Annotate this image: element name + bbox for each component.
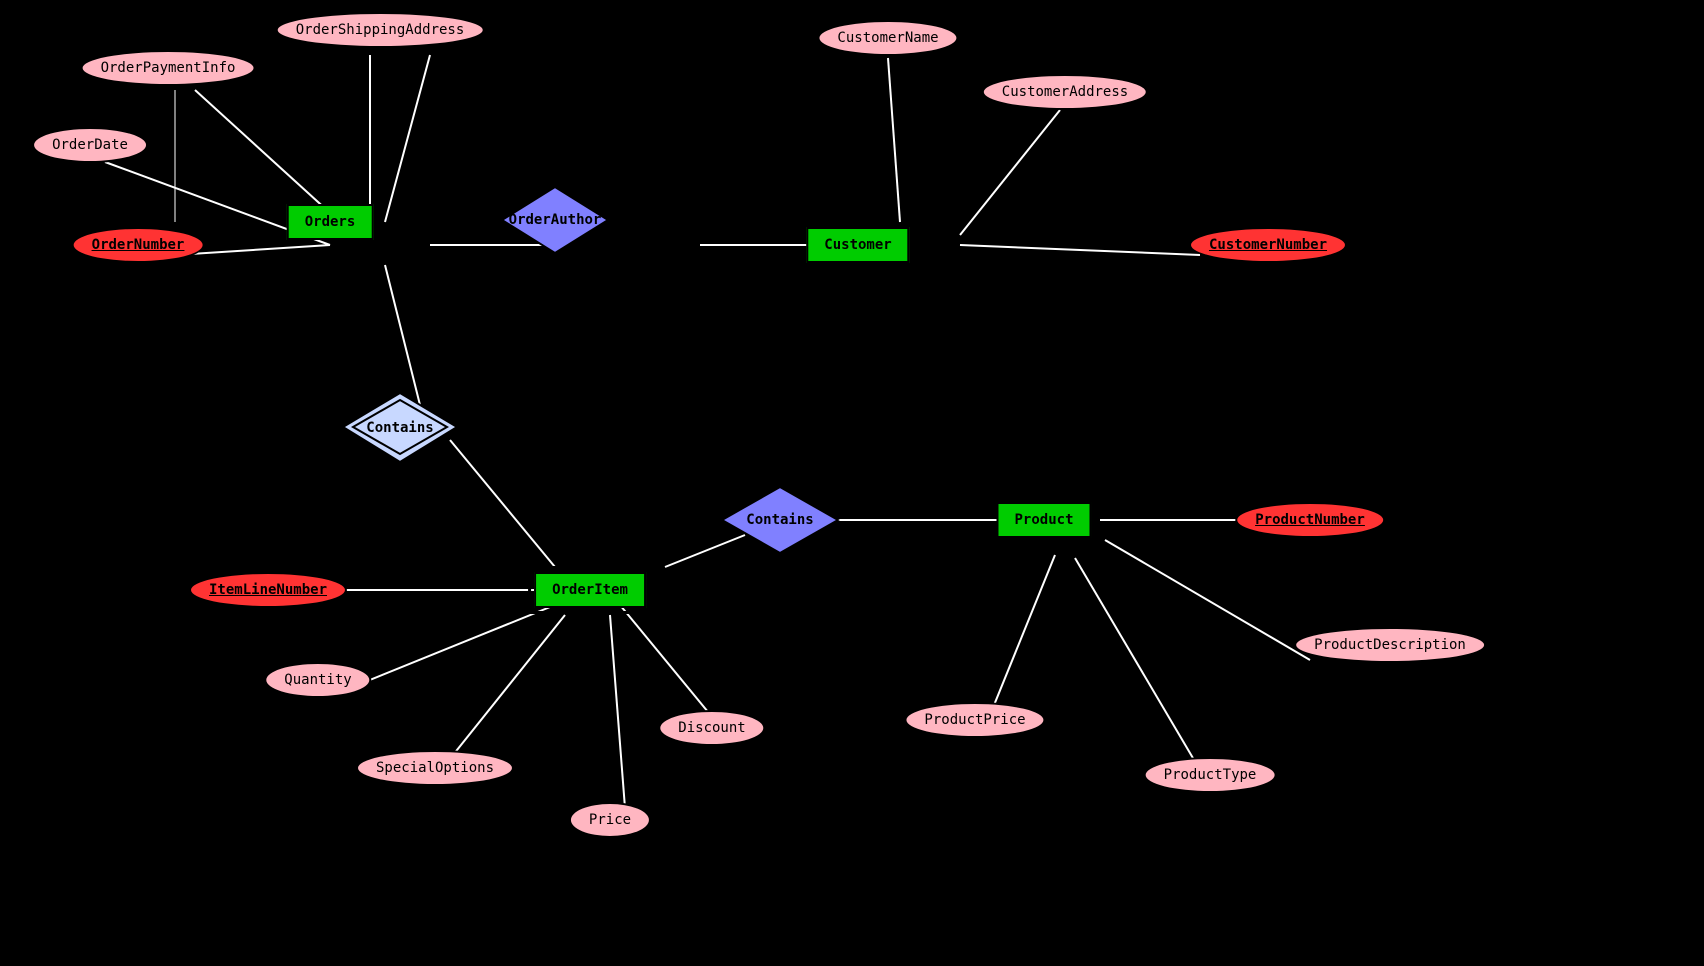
attribute-customeraddress: CustomerAddress — [982, 74, 1148, 110]
attribute-ordershippingaddress: OrderShippingAddress — [276, 12, 485, 48]
attribute-price: Price — [569, 802, 651, 838]
attribute-producttype: ProductType — [1144, 757, 1277, 793]
attribute-productnumber: ProductNumber — [1235, 502, 1385, 538]
attribute-customernumber: CustomerNumber — [1189, 227, 1347, 263]
entity-customer[interactable]: Customer — [806, 227, 909, 263]
er-diagram: Orders Customer Product OrderItem OrderA… — [0, 0, 1704, 966]
attribute-itemlinenumber: ItemLineNumber — [189, 572, 347, 608]
attribute-ordernumber: OrderNumber — [72, 227, 205, 263]
relationship-contains2[interactable]: Contains — [720, 485, 840, 555]
attribute-specialoptions: SpecialOptions — [356, 750, 514, 786]
attribute-discount: Discount — [658, 710, 765, 746]
attribute-productdescription: ProductDescription — [1294, 627, 1486, 663]
attribute-orderdate: OrderDate — [32, 127, 148, 163]
relationship-orderauthor[interactable]: OrderAuthor — [500, 185, 610, 255]
connection-lines — [0, 0, 1704, 966]
entity-product[interactable]: Product — [996, 502, 1091, 538]
attribute-productprice: ProductPrice — [904, 702, 1045, 738]
entity-orderitem[interactable]: OrderItem — [534, 572, 646, 608]
attribute-quantity: Quantity — [264, 662, 371, 698]
attribute-customername: CustomerName — [817, 20, 958, 56]
relationship-contains1[interactable]: Contains — [340, 390, 460, 465]
attribute-orderpaymentinfo: OrderPaymentInfo — [81, 50, 256, 86]
entity-orders[interactable]: Orders — [287, 204, 374, 240]
